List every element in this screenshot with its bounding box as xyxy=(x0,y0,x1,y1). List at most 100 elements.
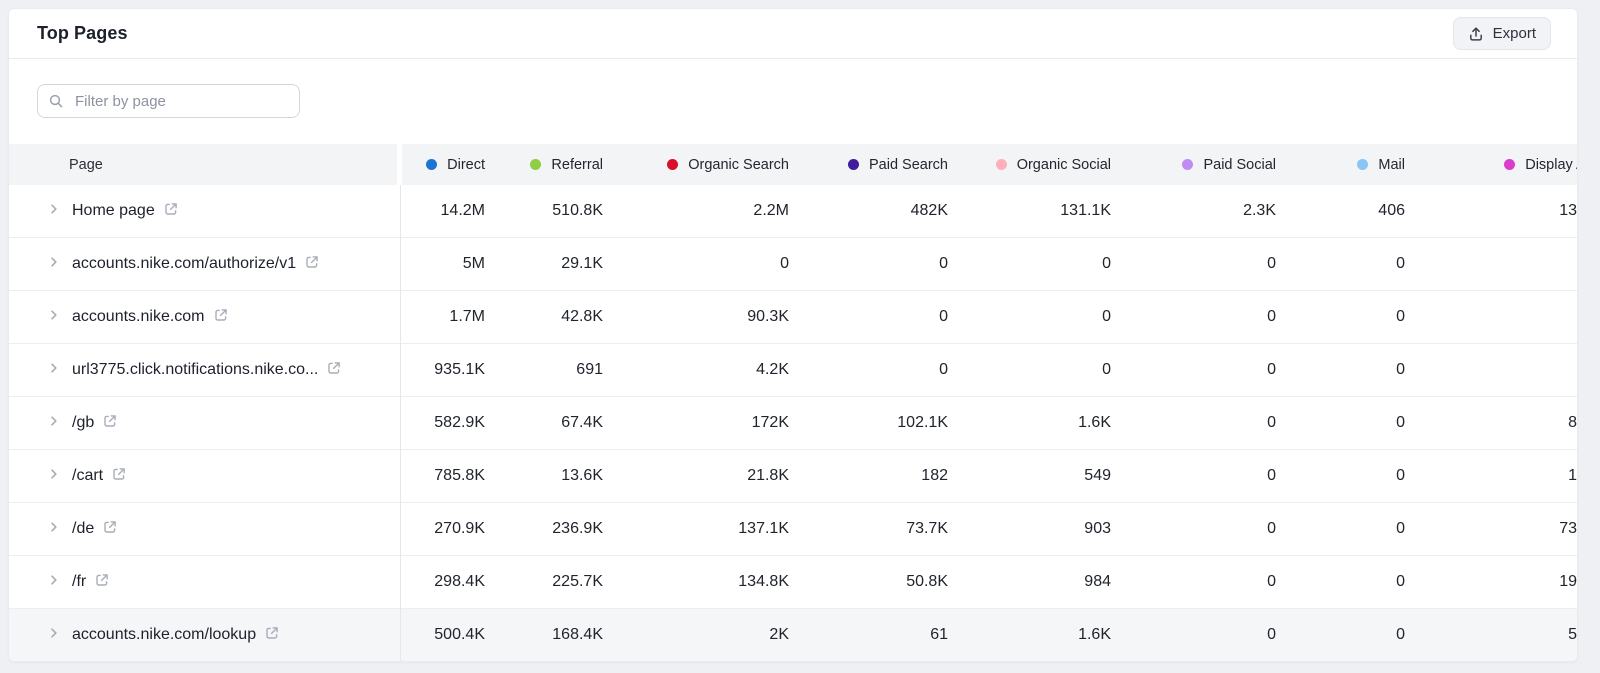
table-row[interactable]: Home page 14.2M510.8K2.2M482K131.1K2.3K4… xyxy=(9,185,1578,238)
metric-value: 4.2K xyxy=(603,344,789,396)
metric-value: 0 xyxy=(1276,291,1405,343)
page-name[interactable]: Home page xyxy=(72,202,155,220)
metric-value: 131.1K xyxy=(948,185,1111,237)
metric-value: 903 xyxy=(948,503,1111,555)
frozen-column-divider-gap xyxy=(397,144,402,185)
metric-value: 182 xyxy=(789,450,948,502)
chevron-right-icon[interactable] xyxy=(46,519,62,540)
export-upload-icon xyxy=(1468,26,1484,42)
metric-value: 73.4K xyxy=(1405,503,1578,555)
channel-color-dot xyxy=(426,159,437,170)
metric-value: 61 xyxy=(789,609,948,661)
chevron-right-icon[interactable] xyxy=(46,307,62,328)
external-link-icon[interactable] xyxy=(304,254,320,275)
channel-color-dot xyxy=(996,159,1007,170)
metric-value: 0 xyxy=(1276,609,1405,661)
page-name[interactable]: /fr xyxy=(72,573,86,591)
metric-value: 0 xyxy=(1276,556,1405,608)
external-link-icon[interactable] xyxy=(326,360,342,381)
channel-color-dot xyxy=(1504,159,1515,170)
page-name[interactable]: accounts.nike.com xyxy=(72,308,205,326)
metric-value: 2.2M xyxy=(603,185,789,237)
metric-value: 8.6K xyxy=(1405,397,1578,449)
filter-box xyxy=(37,84,300,118)
metric-value: 134.8K xyxy=(603,556,789,608)
metric-value: 21.8K xyxy=(603,450,789,502)
channel-column-header: Paid Social xyxy=(1111,144,1276,185)
chevron-right-icon[interactable] xyxy=(46,466,62,487)
chevron-right-icon[interactable] xyxy=(46,625,62,646)
export-button[interactable]: Export xyxy=(1453,17,1551,50)
metric-value: 102.1K xyxy=(789,397,948,449)
channel-column-header: Mail xyxy=(1276,144,1405,185)
page-title: Top Pages xyxy=(37,23,128,44)
table-row[interactable]: accounts.nike.com/authorize/v1 5M29.1K00… xyxy=(9,238,1578,291)
filter-input[interactable] xyxy=(37,84,300,118)
page-name[interactable]: accounts.nike.com/authorize/v1 xyxy=(72,255,296,273)
page-name[interactable]: url3775.click.notifications.nike.co... xyxy=(72,361,318,379)
table-row[interactable]: /fr 298.4K225.7K134.8K50.8K9840019.3K xyxy=(9,556,1578,609)
page-cell: accounts.nike.com/lookup xyxy=(9,609,400,661)
table-body: Home page 14.2M510.8K2.2M482K131.1K2.3K4… xyxy=(9,185,1578,662)
metric-value: 1.7M xyxy=(400,291,485,343)
metric-value: 482K xyxy=(789,185,948,237)
metric-value: 90.3K xyxy=(603,291,789,343)
channel-column-header: Direct xyxy=(400,144,485,185)
page-name[interactable]: /gb xyxy=(72,414,94,432)
external-link-icon[interactable] xyxy=(213,307,229,328)
channel-column-header: Paid Search xyxy=(789,144,948,185)
metric-value: 42.8K xyxy=(485,291,603,343)
frozen-column-divider xyxy=(400,144,401,662)
chevron-right-icon[interactable] xyxy=(46,572,62,593)
table-row[interactable]: /gb 582.9K67.4K172K102.1K1.6K008.6K xyxy=(9,397,1578,450)
channel-label: Organic Search xyxy=(688,157,789,173)
metric-value: 0 xyxy=(603,238,789,290)
external-link-icon[interactable] xyxy=(163,201,179,222)
page-name[interactable]: /de xyxy=(72,520,94,538)
metric-value: 0 xyxy=(948,238,1111,290)
page-name[interactable]: /cart xyxy=(72,467,103,485)
channel-label: Organic Social xyxy=(1017,157,1111,173)
page-cell: accounts.nike.com/authorize/v1 xyxy=(9,238,400,290)
table-row[interactable]: /de 270.9K236.9K137.1K73.7K9030073.4K xyxy=(9,503,1578,556)
metric-value: 1.4K xyxy=(1405,450,1578,502)
metric-value: 0 xyxy=(1111,450,1276,502)
table-row[interactable]: accounts.nike.com/lookup 500.4K168.4K2K6… xyxy=(9,609,1578,662)
metric-value: 168.4K xyxy=(485,609,603,661)
page-cell: /cart xyxy=(9,450,400,502)
table-row[interactable]: /cart 785.8K13.6K21.8K182549001.4K xyxy=(9,450,1578,503)
table-row[interactable]: url3775.click.notifications.nike.co... 9… xyxy=(9,344,1578,397)
external-link-icon[interactable] xyxy=(102,519,118,540)
metric-value: 0 xyxy=(1276,238,1405,290)
card-header: Top Pages Export xyxy=(9,9,1577,59)
channel-column-header: Organic Search xyxy=(603,144,789,185)
table-row[interactable]: accounts.nike.com 1.7M42.8K90.3K00000 xyxy=(9,291,1578,344)
metric-value: 0 xyxy=(1276,397,1405,449)
metric-value: 5.1K xyxy=(1405,609,1578,661)
external-link-icon[interactable] xyxy=(102,413,118,434)
external-link-icon[interactable] xyxy=(264,625,280,646)
page-cell: Home page xyxy=(9,185,400,237)
external-link-icon[interactable] xyxy=(94,572,110,593)
channel-color-dot xyxy=(1357,159,1368,170)
metric-value: 13.6K xyxy=(485,450,603,502)
channel-column-header: Referral xyxy=(485,144,603,185)
chevron-right-icon[interactable] xyxy=(46,201,62,222)
metric-value: 73.7K xyxy=(789,503,948,555)
chevron-right-icon[interactable] xyxy=(46,360,62,381)
metric-value: 0 xyxy=(948,344,1111,396)
metric-value: 0 xyxy=(1111,609,1276,661)
metric-value: 1.6K xyxy=(948,397,1111,449)
chevron-right-icon[interactable] xyxy=(46,413,62,434)
top-pages-card: Top Pages Export Page xyxy=(8,8,1578,662)
metric-value: 137.1K xyxy=(603,503,789,555)
metric-value: 270.9K xyxy=(400,503,485,555)
channel-label: Direct xyxy=(447,157,485,173)
external-link-icon[interactable] xyxy=(111,466,127,487)
chevron-right-icon[interactable] xyxy=(46,254,62,275)
channel-label: Paid Search xyxy=(869,157,948,173)
metric-value: 0 xyxy=(1111,238,1276,290)
metric-value: 0 xyxy=(1111,397,1276,449)
page-name[interactable]: accounts.nike.com/lookup xyxy=(72,626,256,644)
channel-color-dot xyxy=(848,159,859,170)
